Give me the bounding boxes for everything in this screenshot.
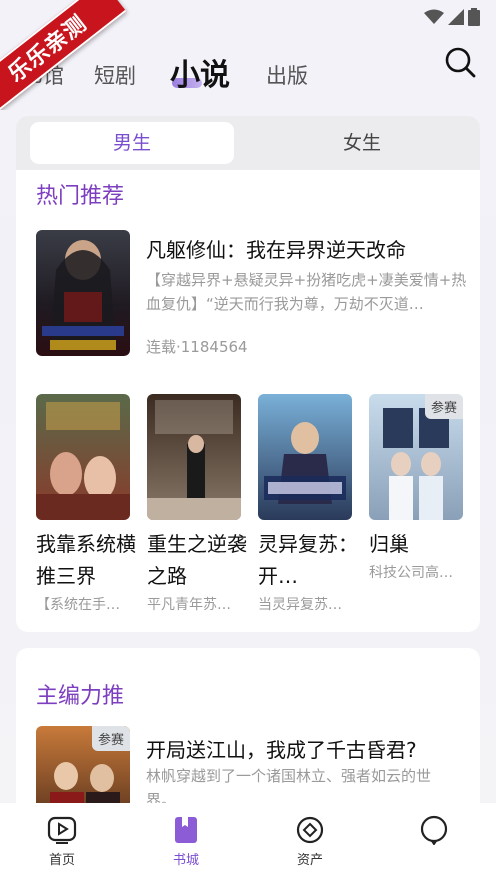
battery-icon [468,8,480,26]
test-ribbon: 乐乐亲测 [0,0,140,110]
tab-novel[interactable]: 小说 [170,50,230,94]
nav-assets-label: 资产 [296,853,323,868]
section-title-editor: 主编力推 [36,684,125,709]
bottom-nav: 首页 书城 资产 [0,803,496,883]
grid-book-desc-2: 平凡青年苏… [147,597,231,613]
grid-book-cover-1[interactable] [36,394,130,520]
gender-male-tab[interactable]: 男生 [30,122,234,164]
signal-icon [448,9,464,25]
recommend-card: 男生 女生 热门推荐 凡躯修仙：我在异界逆天改命 【穿越异界+悬疑灵异+扮猪吃虎… [16,116,480,632]
grid-book-title-2[interactable]: 重生之逆袭之路 [147,528,247,592]
cover-art [147,394,241,520]
ribbon-text: 乐乐亲测 [0,0,127,110]
grid-book-desc-4: 科技公司高… [369,565,453,581]
book-icon [175,817,197,843]
grid-book-desc-1: 【系统在手… [36,597,120,613]
nav-home[interactable]: 首页 [22,815,102,868]
cover-art [36,394,130,520]
grid-book-title-1[interactable]: 我靠系统横推三界 [36,528,136,592]
grid-book-title-4[interactable]: 归巢 [369,528,469,560]
contest-badge: 参赛 [424,394,463,419]
gender-switch: 男生 女生 [16,116,480,170]
search-button[interactable] [444,46,476,78]
nav-home-label: 首页 [48,853,75,868]
coin-icon [296,816,324,844]
cover-art [36,230,130,356]
grid-book-title-3[interactable]: 灵异复苏：开… [258,528,358,592]
contest-badge: 参赛 [91,726,130,751]
grid-book-desc-3: 当灵异复苏… [258,597,342,613]
grid-book-cover-3[interactable] [258,394,352,520]
nav-bookstore[interactable]: 书城 [146,815,226,868]
profile-icon [420,815,448,845]
section-title-hot: 热门推荐 [36,184,125,209]
nav-profile[interactable] [394,815,474,849]
editor-book-title[interactable]: 开局送江山，我成了千古昏君? [146,734,476,763]
tab-publishing[interactable]: 出版 [266,60,308,90]
search-icon [445,47,476,78]
featured-book-title[interactable]: 凡躯修仙：我在异界逆天改命 [146,234,476,263]
gender-female-tab[interactable]: 女生 [260,122,464,164]
cover-art [258,394,352,520]
nav-bookstore-label: 书城 [172,853,199,868]
featured-book-desc: 【穿越异界+悬疑灵异+扮猪吃虎+凄美爱情+热血复仇】“逆天而行我为尊，万劫不灭道… [146,271,467,313]
featured-book-meta: 连载·1184564 [146,338,248,356]
play-icon [47,816,77,844]
wifi-icon [424,9,444,24]
featured-book-cover[interactable] [36,230,130,356]
grid-book-cover-4[interactable]: 参赛 [369,394,463,520]
editor-pick-card: 主编力推 参赛 开局送江山，我成了千古昏君? 林帆穿越到了一个诸国林立、强者如云… [16,648,480,818]
grid-book-cover-2[interactable] [147,394,241,520]
nav-assets[interactable]: 资产 [270,815,350,868]
